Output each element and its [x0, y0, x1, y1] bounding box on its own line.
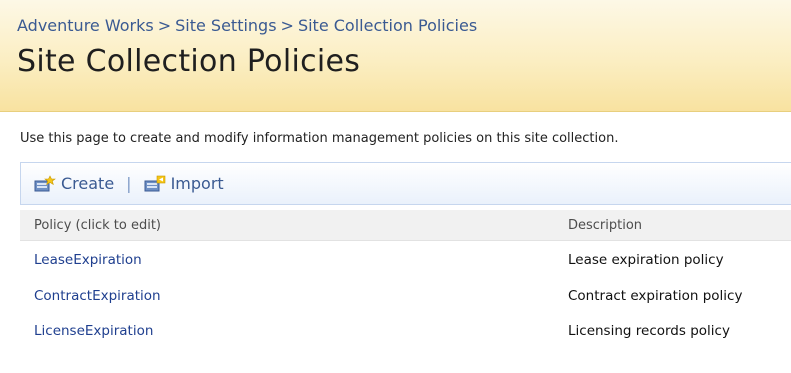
table-header: Policy (click to edit) Description [20, 210, 791, 241]
page-header: Adventure Works > Site Settings > Site Colle… [0, 0, 791, 112]
table-row: LicenseExpiration Licensing records poli… [20, 318, 791, 346]
policy-link-contract-expiration[interactable]: ContractExpiration [34, 288, 161, 304]
breadcrumb: Adventure Works > Site Settings > Site Colle… [17, 16, 477, 35]
new-document-icon [34, 174, 56, 193]
breadcrumb-separator: > [157, 16, 172, 35]
page-title: Site Collection Policies [17, 44, 361, 79]
table-row: ContractExpiration Contract expiration p… [20, 283, 791, 311]
create-button-label: Create [61, 174, 115, 193]
create-button[interactable]: Create [34, 174, 114, 193]
breadcrumb-current: Site Collection Policies [297, 16, 478, 35]
import-document-icon [144, 175, 166, 193]
toolbar-separator: | [126, 174, 132, 193]
policy-link-lease-expiration[interactable]: LeaseExpiration [34, 252, 142, 268]
policy-description: Licensing records policy [568, 323, 730, 339]
policy-description: Contract expiration policy [568, 288, 743, 304]
policy-link-license-expiration[interactable]: LicenseExpiration [34, 323, 153, 339]
import-button-label: Import [170, 174, 224, 193]
page-description: Use this page to create and modify infor… [20, 131, 619, 146]
breadcrumb-link-home[interactable]: Adventure Works [17, 16, 154, 35]
import-button[interactable]: Import [144, 174, 224, 193]
column-header-policy: Policy (click to edit) [34, 218, 161, 233]
toolbar: Create | Import [20, 162, 791, 205]
policy-description: Lease expiration policy [568, 252, 724, 268]
column-header-description: Description [568, 218, 643, 233]
breadcrumb-link-site-settings[interactable]: Site Settings [175, 16, 276, 35]
table-row: LeaseExpiration Lease expiration policy [20, 247, 791, 275]
breadcrumb-separator: > [280, 16, 294, 35]
